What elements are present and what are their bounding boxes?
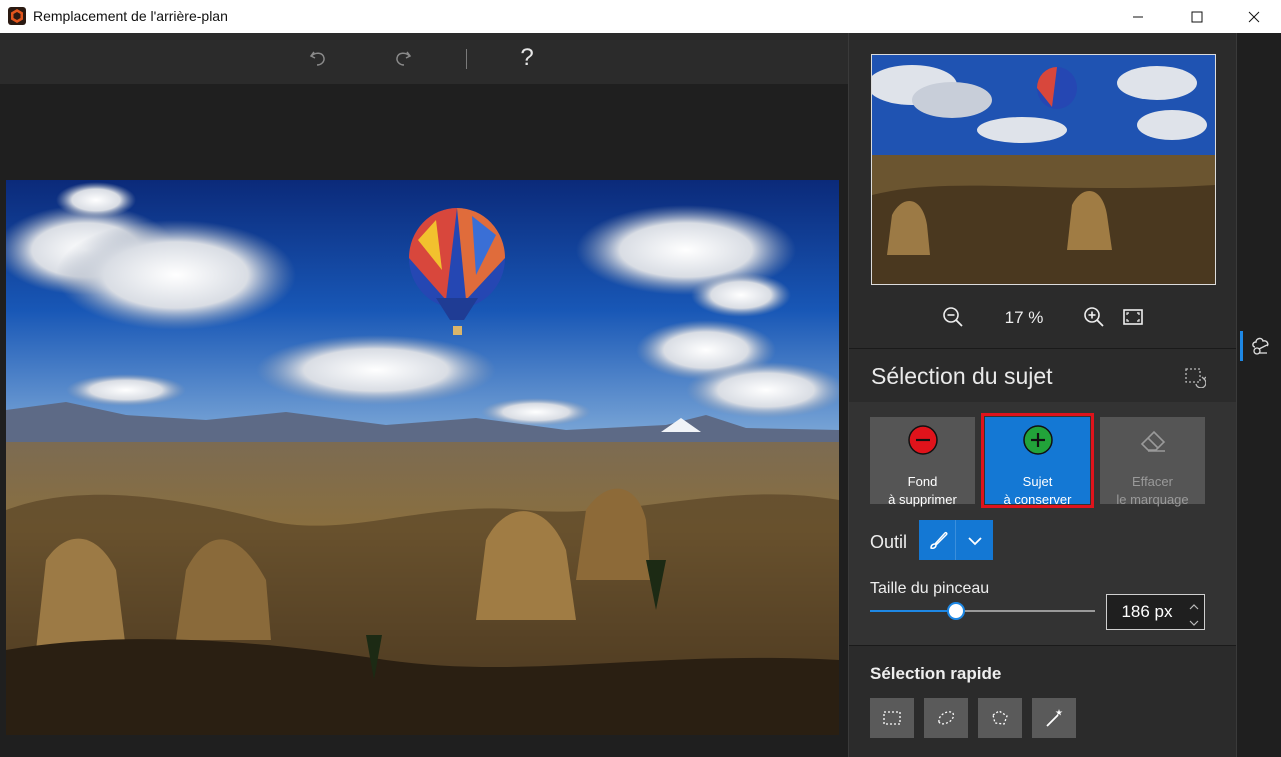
preview-thumbnail xyxy=(872,55,1215,284)
settings-panel: 17 % Sélection du sujet Fond à supprimer… xyxy=(848,33,1237,757)
side-rail xyxy=(1236,33,1281,757)
maximize-button[interactable] xyxy=(1174,0,1220,33)
undo-icon xyxy=(309,51,325,66)
zoom-out-icon xyxy=(943,307,963,327)
app-logo-icon xyxy=(8,7,26,25)
subject-to-keep-button[interactable]: Sujet à conserver xyxy=(981,413,1094,508)
brush-size-input[interactable]: 186 px xyxy=(1106,594,1205,630)
erase-marking-button[interactable]: Effacer le marquage xyxy=(1100,417,1205,507)
zoom-level: 17 % xyxy=(1004,308,1044,327)
magic-wand-icon xyxy=(1046,709,1063,727)
quick-selection-title: Sélection rapide xyxy=(870,664,1002,683)
plus-circle-icon xyxy=(1022,424,1054,459)
mode-label-line1: Effacer xyxy=(1132,474,1173,489)
reset-selection-icon xyxy=(1185,368,1207,389)
mode-label-line2: à conserver xyxy=(1003,492,1072,507)
eraser-icon xyxy=(1137,424,1169,459)
decrement-button[interactable] xyxy=(1189,614,1199,632)
fit-to-window-icon xyxy=(1123,309,1143,325)
edit-toolbar: ? xyxy=(0,33,848,84)
background-to-remove-button[interactable]: Fond à supprimer xyxy=(870,417,975,507)
chevron-down-icon[interactable] xyxy=(967,534,983,552)
toolbar-separator xyxy=(466,49,467,69)
chevron-up-icon xyxy=(1189,604,1199,610)
close-icon xyxy=(1248,11,1260,22)
lasso-button[interactable] xyxy=(924,698,968,738)
section-divider xyxy=(849,645,1237,646)
background-removal-tab[interactable] xyxy=(1249,333,1273,362)
mode-label-line2: le marquage xyxy=(1116,492,1189,507)
zoom-out-button[interactable] xyxy=(941,305,965,334)
subject-selection-body: Fond à supprimer Sujet à conserver Effac… xyxy=(849,402,1237,645)
window-title: Remplacement de l'arrière-plan xyxy=(33,8,228,24)
subject-to-keep-label: Sujet à conserver xyxy=(985,473,1090,509)
edited-photo[interactable] xyxy=(6,180,839,735)
mode-label-line2: à supprimer xyxy=(888,492,957,507)
lasso-icon xyxy=(938,711,955,725)
title-bar: Remplacement de l'arrière-plan xyxy=(0,0,1281,33)
navigator-preview[interactable] xyxy=(871,54,1216,285)
redo-button[interactable] xyxy=(387,42,419,74)
brush-size-label: Taille du pinceau xyxy=(870,580,990,597)
zoom-in-icon xyxy=(1084,307,1104,327)
tool-dropdown[interactable] xyxy=(919,520,993,560)
minus-circle-icon xyxy=(907,424,939,459)
rectangle-select-button[interactable] xyxy=(870,698,914,738)
active-tab-indicator xyxy=(1240,331,1243,361)
polygon-lasso-icon xyxy=(992,710,1008,725)
mode-label-line1: Fond xyxy=(907,474,938,489)
brush-size-value[interactable]: 186 px xyxy=(1107,602,1187,622)
background-to-remove-label: Fond à supprimer xyxy=(870,473,975,509)
fit-to-window-button[interactable] xyxy=(1121,305,1145,334)
chevron-down-icon xyxy=(1189,620,1199,626)
help-button[interactable]: ? xyxy=(511,42,543,74)
redo-icon xyxy=(396,51,412,66)
polygon-lasso-button[interactable] xyxy=(978,698,1022,738)
slider-fill xyxy=(870,610,956,612)
undo-button[interactable] xyxy=(302,42,334,74)
dropdown-divider xyxy=(955,520,956,560)
mode-label-line1: Sujet xyxy=(1022,474,1053,489)
slider-thumb[interactable] xyxy=(946,602,965,620)
background-removal-icon xyxy=(1252,337,1269,355)
magic-wand-button[interactable] xyxy=(1032,698,1076,738)
section-title: Sélection du sujet xyxy=(871,363,1053,389)
minimize-button[interactable] xyxy=(1115,0,1161,33)
brush-size-slider[interactable] xyxy=(870,602,1095,620)
maximize-icon xyxy=(1191,11,1203,22)
image-canvas[interactable] xyxy=(0,84,848,757)
zoom-in-button[interactable] xyxy=(1082,305,1106,334)
erase-marking-label: Effacer le marquage xyxy=(1100,473,1205,509)
minimize-icon xyxy=(1133,16,1143,17)
rectangle-select-icon xyxy=(883,711,901,725)
subject-selection-header[interactable]: Sélection du sujet xyxy=(849,349,1237,401)
brush-icon xyxy=(927,528,951,557)
tool-label: Outil xyxy=(870,532,908,552)
reset-selection-button[interactable] xyxy=(1184,366,1207,393)
zoom-controls: 17 % xyxy=(849,303,1237,333)
close-button[interactable] xyxy=(1231,0,1277,33)
